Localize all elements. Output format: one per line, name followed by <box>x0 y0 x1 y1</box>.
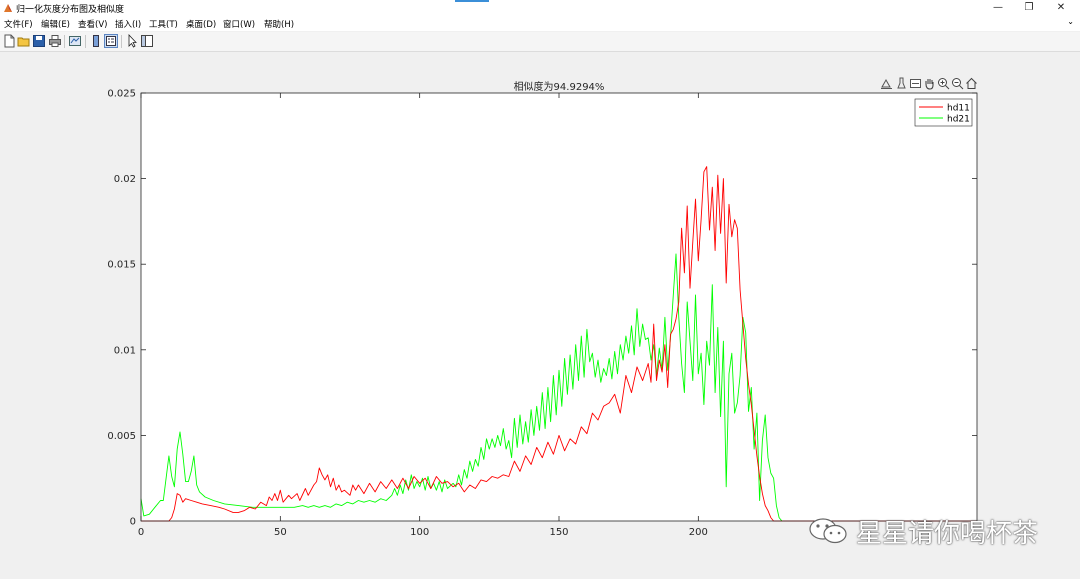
x-tick-label: 50 <box>274 527 287 538</box>
x-tick-label: 0 <box>138 527 144 538</box>
legend[interactable]: hd11hd21 <box>914 98 973 127</box>
y-tick-label: 0 <box>130 517 136 528</box>
y-tick-labels: 0 0.005 0.01 0.015 0.02 0.025 <box>107 89 136 528</box>
x-tick-labels: 0 50 100 150 200 <box>138 527 708 538</box>
x-tick-label: 100 <box>410 527 429 538</box>
watermark-text: 星星请你喝杯茶 <box>856 519 1039 549</box>
chart: 0 50 100 150 200 0 0.005 0.01 0.015 0.02 0.025 hd… <box>107 89 978 538</box>
y-tick-label: 0.01 <box>114 345 136 356</box>
y-tick-label: 0.005 <box>107 431 136 442</box>
wechat-icon <box>809 518 847 544</box>
legend-label-hd11: hd11 <box>947 104 970 114</box>
y-tick-label: 0.015 <box>107 260 136 271</box>
y-tick-label: 0.025 <box>107 89 136 100</box>
x-tick-label: 150 <box>549 527 568 538</box>
axes-background <box>141 93 977 521</box>
x-tick-label: 200 <box>689 527 708 538</box>
y-tick-label: 0.02 <box>114 174 136 185</box>
legend-label-hd21: hd21 <box>947 115 970 125</box>
